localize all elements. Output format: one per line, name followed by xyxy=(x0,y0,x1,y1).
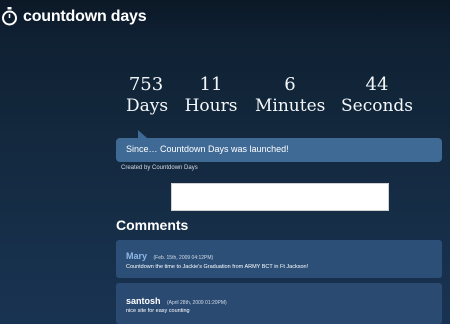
hours-value: 11 xyxy=(199,74,223,95)
days-label: Days xyxy=(126,96,169,116)
comment-item: santosh (April 28th, 2009 01:20PM) nice … xyxy=(116,283,442,324)
comment-date: (Feb. 15th, 2009 04:12PM) xyxy=(153,255,214,261)
countdown-hours: 11 Hours xyxy=(184,74,238,117)
since-message: Since… Countdown Days was launched! xyxy=(126,144,289,154)
created-by-credit[interactable]: Created by Countdown Days xyxy=(121,165,198,171)
stopwatch-icon[interactable] xyxy=(1,7,18,26)
comment-header: Mary (Feb. 15th, 2009 04:12PM) xyxy=(126,246,213,264)
minutes-label: Minutes xyxy=(255,96,326,116)
minutes-value: 6 xyxy=(284,74,296,95)
days-value: 753 xyxy=(128,74,164,95)
site-logo-text[interactable]: countdown days xyxy=(23,8,147,26)
seconds-label: Seconds xyxy=(341,96,414,116)
countdown-seconds: 44 Seconds xyxy=(341,74,414,117)
share-widget-box[interactable] xyxy=(171,183,389,211)
site-header: countdown days xyxy=(0,0,450,36)
countdown-days: 753 Days xyxy=(126,74,169,117)
comment-header: santosh (April 28th, 2009 01:20PM) xyxy=(126,291,227,309)
comment-author[interactable]: santosh xyxy=(126,296,161,306)
hours-label: Hours xyxy=(184,96,238,116)
comment-text: Countdown the time to Jackie's Graduatio… xyxy=(126,264,309,270)
seconds-value: 44 xyxy=(365,74,389,95)
comment-author[interactable]: Mary xyxy=(126,251,147,261)
comment-item: Mary (Feb. 15th, 2009 04:12PM) Countdown… xyxy=(116,240,442,278)
comment-text: nice site for easy counting xyxy=(126,308,190,314)
comments-heading: Comments xyxy=(116,217,189,233)
since-message-box: Since… Countdown Days was launched! xyxy=(116,130,442,162)
countdown-minutes: 6 Minutes xyxy=(255,74,326,117)
comment-date: (April 28th, 2009 01:20PM) xyxy=(166,300,227,306)
